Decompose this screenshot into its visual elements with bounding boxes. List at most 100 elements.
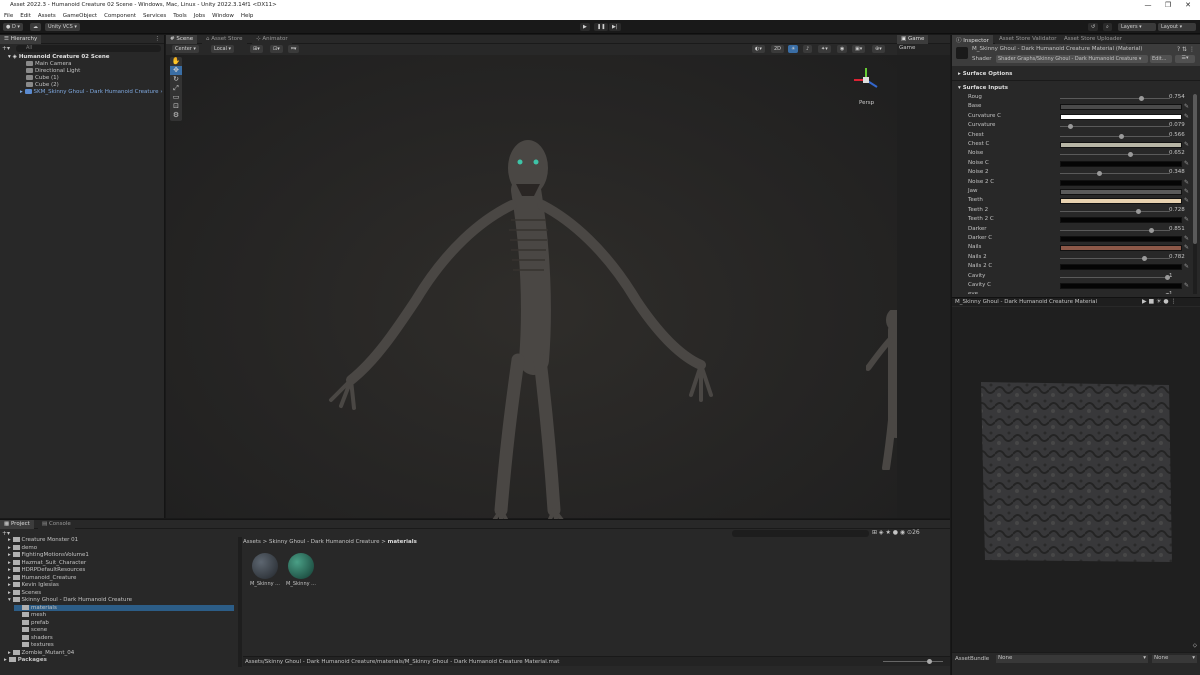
color-swatch[interactable] <box>1060 179 1182 186</box>
slider-knob[interactable] <box>1136 208 1142 214</box>
tab-scene[interactable]: # Scene <box>166 35 198 44</box>
search-icon[interactable]: ⌕ <box>1103 23 1112 31</box>
color-swatch[interactable] <box>1060 198 1182 205</box>
color-swatch[interactable] <box>1060 160 1182 167</box>
color-swatch[interactable] <box>1060 283 1182 289</box>
eyedropper-icon[interactable]: ✎ <box>1184 197 1189 204</box>
project-folder[interactable]: ▸ Hazmat_Suit_Character <box>8 559 86 566</box>
move-tool-icon[interactable]: ✥ <box>170 66 182 75</box>
pivot-dropdown[interactable]: Center ▾ <box>172 45 199 53</box>
project-folder[interactable]: ▸ Humanoid_Creature <box>8 574 76 581</box>
project-folder[interactable]: prefab <box>22 619 49 626</box>
hierarchy-scene-row[interactable]: ▾ ◈ Humanoid Creature 02 Scene <box>8 54 109 60</box>
breadcrumb-current[interactable]: materials <box>388 539 417 545</box>
rect-tool-icon[interactable]: ▭ <box>170 93 182 102</box>
persp-label[interactable]: Persp <box>859 100 874 106</box>
project-folder[interactable]: ▸ Zombie_Mutant_04 <box>8 649 74 656</box>
breadcrumb-folder[interactable]: Skinny Ghoul - Dark Humanoid Creature <box>269 539 379 545</box>
breadcrumb-assets[interactable]: Assets <box>243 539 261 545</box>
menu-file[interactable]: File <box>4 13 13 19</box>
eyedropper-icon[interactable]: ✎ <box>1184 216 1189 223</box>
slider-knob[interactable] <box>1068 124 1074 130</box>
slider-knob[interactable] <box>1142 255 1148 261</box>
assetbundle-variant-dropdown[interactable]: None ▾ <box>1152 655 1197 663</box>
shader-options-icon[interactable]: ☰▾ <box>1175 55 1195 63</box>
project-folder[interactable]: ▸ Scenes <box>8 589 41 596</box>
property-value-field[interactable]: 0.754 <box>1169 94 1185 100</box>
inspector-scrollbar[interactable] <box>1193 94 1197 294</box>
tab-asset-store[interactable]: ⌂ Asset Store <box>202 35 247 44</box>
property-slider[interactable] <box>1060 208 1170 214</box>
project-folder[interactable]: mesh <box>22 612 46 618</box>
menu-window[interactable]: Window <box>212 13 234 19</box>
draw-mode-icon[interactable]: ◐▾ <box>752 45 765 53</box>
project-folder[interactable]: ▾ Skinny Ghoul - Dark Humanoid Creature <box>8 597 132 603</box>
tab-console[interactable]: ▤ Console <box>38 520 75 529</box>
property-slider[interactable] <box>1060 124 1170 130</box>
asset-tile[interactable]: M_Skinny ... <box>286 553 316 593</box>
material-preview[interactable]: ⬦ <box>952 307 1200 652</box>
project-folder[interactable]: ▸ demo <box>8 544 37 551</box>
audio-icon[interactable]: ♪ <box>803 45 813 53</box>
menu-help[interactable]: Help <box>241 13 254 19</box>
lighting-icon[interactable]: ☀ <box>788 45 799 53</box>
eyedropper-icon[interactable]: ✎ <box>1184 244 1189 251</box>
grid-snap-icon[interactable]: ⊞▾ <box>250 45 263 53</box>
project-folder[interactable]: scene <box>22 627 47 633</box>
project-folder[interactable]: ▸ Kevin Iglesias <box>8 582 59 588</box>
eyedropper-icon[interactable]: ✎ <box>1184 282 1189 289</box>
property-value-field[interactable]: 0.348 <box>1169 169 1185 175</box>
transform-tool-icon[interactable]: ⊡ <box>170 102 182 111</box>
property-value-field[interactable]: 0.728 <box>1169 207 1185 213</box>
hierarchy-item[interactable]: Cube (1) <box>26 75 59 81</box>
material-settings-icon[interactable]: ? ⇅ ⋮ <box>1177 46 1195 53</box>
pause-button[interactable]: ❚❚ <box>594 23 609 31</box>
property-value-field[interactable]: 0.782 <box>1169 254 1185 260</box>
eyedropper-icon[interactable]: ✎ <box>1184 113 1189 120</box>
property-value-field[interactable]: 0.566 <box>1169 132 1185 138</box>
property-slider[interactable] <box>1060 96 1170 101</box>
menu-gameobject[interactable]: GameObject <box>63 13 97 19</box>
snap-value-icon[interactable]: ⌗▾ <box>288 45 300 53</box>
custom-tool-icon[interactable]: ⚙ <box>170 111 182 120</box>
tab-asset-store-validator[interactable]: Asset Store Validator <box>995 35 1061 44</box>
slider-knob[interactable] <box>1096 171 1102 177</box>
cloud-icon[interactable]: ☁ <box>30 23 41 31</box>
property-slider[interactable] <box>1060 227 1170 233</box>
eyedropper-icon[interactable]: ✎ <box>1184 103 1189 110</box>
property-value-field[interactable]: 0.851 <box>1169 226 1185 232</box>
menu-services[interactable]: Services <box>143 13 166 19</box>
layout-dropdown[interactable]: Layout ▾ <box>1158 23 1196 31</box>
project-folder[interactable]: ▸ HDRPDefaultResources <box>8 567 85 573</box>
project-folder[interactable]: materials <box>14 604 234 611</box>
tab-project[interactable]: ▦ Project <box>0 520 34 529</box>
2d-toggle[interactable]: 2D <box>771 45 785 53</box>
snap-increment-icon[interactable]: ⊡▾ <box>270 45 283 53</box>
menu-edit[interactable]: Edit <box>20 13 31 19</box>
project-folder[interactable]: ▸ FightingMotionsVolume1 <box>8 552 89 558</box>
eyedropper-icon[interactable]: ✎ <box>1184 141 1189 148</box>
surface-inputs-foldout[interactable]: ▾ Surface Inputs <box>958 85 1008 91</box>
property-slider[interactable] <box>1060 133 1170 139</box>
property-slider[interactable] <box>1060 274 1170 280</box>
menu-component[interactable]: Component <box>104 13 136 19</box>
property-slider[interactable] <box>1060 255 1170 261</box>
play-button[interactable]: ▶ <box>580 23 590 31</box>
project-search-input[interactable] <box>732 530 869 537</box>
step-button[interactable]: ▶| <box>609 23 621 31</box>
property-value-field[interactable]: 1 <box>1169 291 1173 294</box>
game-display-dropdown[interactable]: Game <box>899 45 915 51</box>
project-tree-scrollbar[interactable] <box>238 537 242 667</box>
eyedropper-icon[interactable]: ✎ <box>1184 179 1189 186</box>
menu-assets[interactable]: Assets <box>38 13 56 19</box>
gizmos-icon[interactable]: ⊕▾ <box>872 45 885 53</box>
color-swatch[interactable] <box>1060 264 1182 271</box>
slider-knob[interactable] <box>1139 96 1145 101</box>
tab-hierarchy[interactable]: ☰ Hierarchy <box>0 35 42 44</box>
icon-size-slider[interactable] <box>883 659 943 664</box>
project-folder[interactable]: shaders <box>22 634 53 641</box>
hierarchy-item[interactable]: Directional Light <box>26 68 80 74</box>
eyedropper-icon[interactable]: ✎ <box>1184 160 1189 167</box>
project-folder[interactable]: textures <box>22 642 54 648</box>
asset-tile[interactable]: M_Skinny ... <box>250 553 280 593</box>
